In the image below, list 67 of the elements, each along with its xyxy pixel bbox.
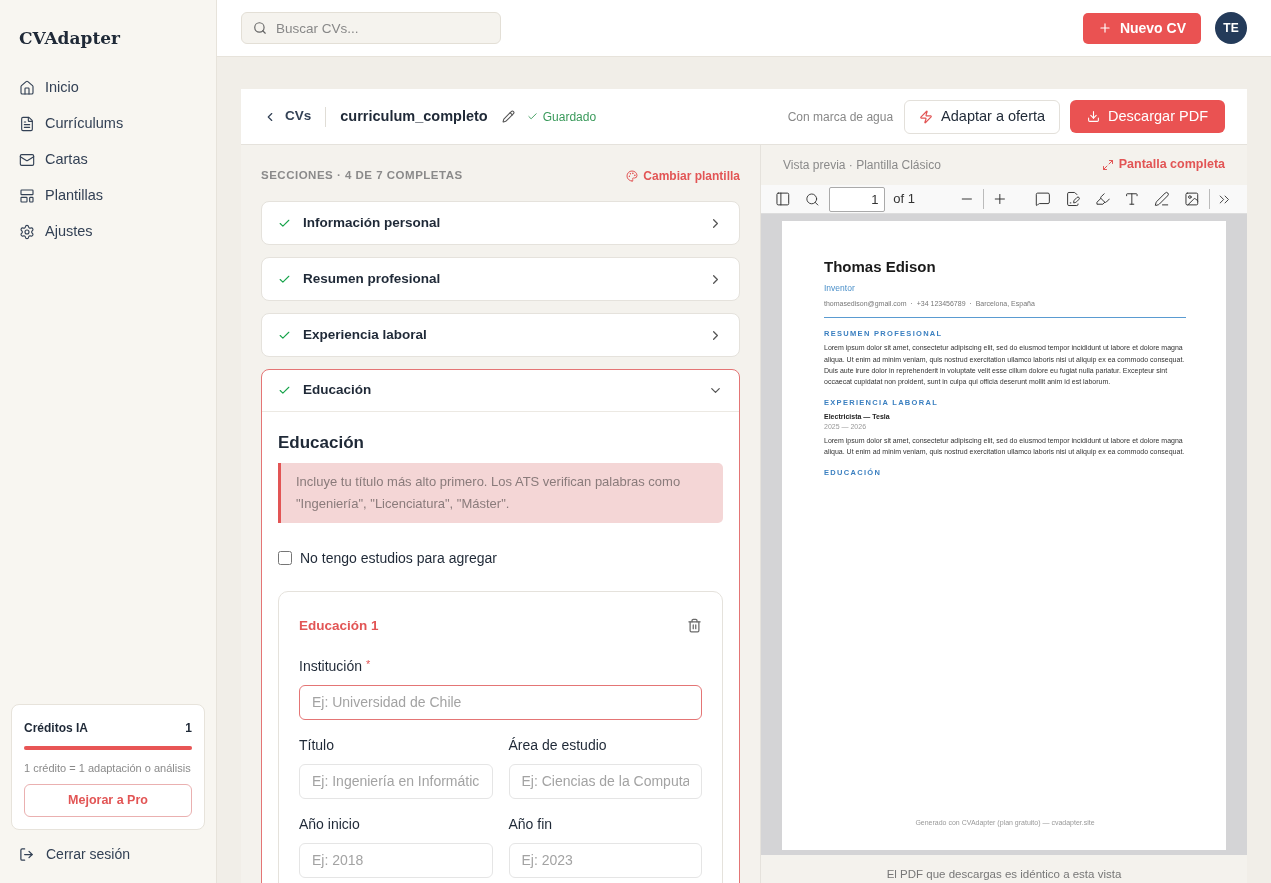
trash-icon[interactable] <box>687 618 702 634</box>
mail-icon <box>19 151 35 168</box>
back-link[interactable]: CVs <box>263 106 312 127</box>
palette-icon <box>626 170 639 182</box>
logout-link[interactable]: Cerrar sesión <box>19 844 197 865</box>
page-count: of 1 <box>893 190 916 209</box>
section-header[interactable]: Información personal <box>262 202 739 244</box>
logout-icon <box>19 847 34 862</box>
signature-icon[interactable] <box>1065 191 1081 208</box>
field-label: Año fin <box>508 814 553 834</box>
resume-name: Thomas Edison <box>824 257 937 278</box>
highlighter-icon[interactable] <box>1094 191 1111 208</box>
field-label: Año inicio <box>299 814 360 834</box>
page-number-field[interactable]: 1 <box>829 186 886 212</box>
lightning-icon <box>919 109 934 124</box>
file-name: curriculum_completo <box>340 106 488 126</box>
download-button[interactable]: Descargar PDF <box>1070 100 1225 133</box>
tip-banner: Incluye tu título más alto primero. Los ATS verifican palabras como "Ingeniería", "Licenciatura", "Máster". <box>278 462 723 523</box>
nav-item[interactable]: Plantillas <box>19 181 197 210</box>
adapt-button[interactable]: Adaptar a oferta <box>904 99 1061 134</box>
app-logo: CVAdapter <box>19 27 121 50</box>
check-icon <box>526 111 538 122</box>
section-header[interactable]: Experiencia laboral <box>262 314 739 356</box>
nav-item[interactable]: Ajustes <box>19 217 197 246</box>
preview-label: Vista previa · Plantilla Clásico <box>783 156 941 174</box>
home-icon <box>19 79 35 96</box>
check-icon <box>278 384 291 397</box>
search-icon <box>253 21 267 35</box>
section-title: Educación <box>278 432 365 454</box>
pen-icon[interactable] <box>1154 191 1170 208</box>
plus-icon <box>1097 21 1112 35</box>
checkbox-label: No tengo estudios para agregar <box>300 548 497 568</box>
user-avatar[interactable]: TE <box>1215 12 1247 44</box>
settings-icon <box>19 223 35 240</box>
sections-heading: SECCIONES · 4 DE 7 COMPLETAS <box>261 168 463 184</box>
entry-title: Educación 1 <box>299 616 379 635</box>
layout-icon <box>19 187 35 204</box>
checkbox[interactable] <box>278 551 292 565</box>
field-label: Título <box>299 735 334 755</box>
nav-item[interactable]: Inicio <box>19 73 197 102</box>
search-field[interactable]: Buscar CVs... <box>241 12 501 44</box>
credits-note: 1 crédito = 1 adaptación o análisis <box>24 760 192 776</box>
nav-item[interactable]: Cartas <box>19 145 197 174</box>
field-label: Institución <box>299 656 363 676</box>
text-field[interactable]: Ej: Universidad de Chile <box>299 684 702 720</box>
new-cv-button[interactable]: Nuevo CV <box>1082 12 1201 44</box>
image-icon[interactable] <box>1183 191 1200 208</box>
preview-note: El PDF que descargas es idéntico a esta vista <box>885 866 1123 882</box>
required-mark: * <box>366 656 371 672</box>
section-header[interactable]: Resumen profesional <box>262 258 739 300</box>
text-icon[interactable] <box>1124 191 1141 208</box>
watermark-note: Con marca de agua <box>787 108 894 126</box>
comment-icon[interactable] <box>1035 191 1052 208</box>
pencil-icon[interactable] <box>501 110 515 123</box>
expand-icon <box>1101 158 1114 171</box>
save-status: Guardado <box>526 107 597 126</box>
nav-item[interactable]: Currículums <box>19 109 197 138</box>
upgrade-button[interactable]: Mejorar a Pro <box>24 784 192 817</box>
search-icon[interactable] <box>804 191 820 207</box>
field-label: Área de estudio <box>508 735 607 755</box>
section-header[interactable]: Educación <box>262 370 739 412</box>
resume-role: Inventor <box>824 282 856 295</box>
download-icon <box>1087 110 1101 123</box>
sidebar-toggle-icon[interactable] <box>775 191 791 208</box>
document-icon <box>19 115 35 132</box>
credits-count: 1 <box>185 719 192 737</box>
credits-title: Créditos IA <box>24 719 88 737</box>
